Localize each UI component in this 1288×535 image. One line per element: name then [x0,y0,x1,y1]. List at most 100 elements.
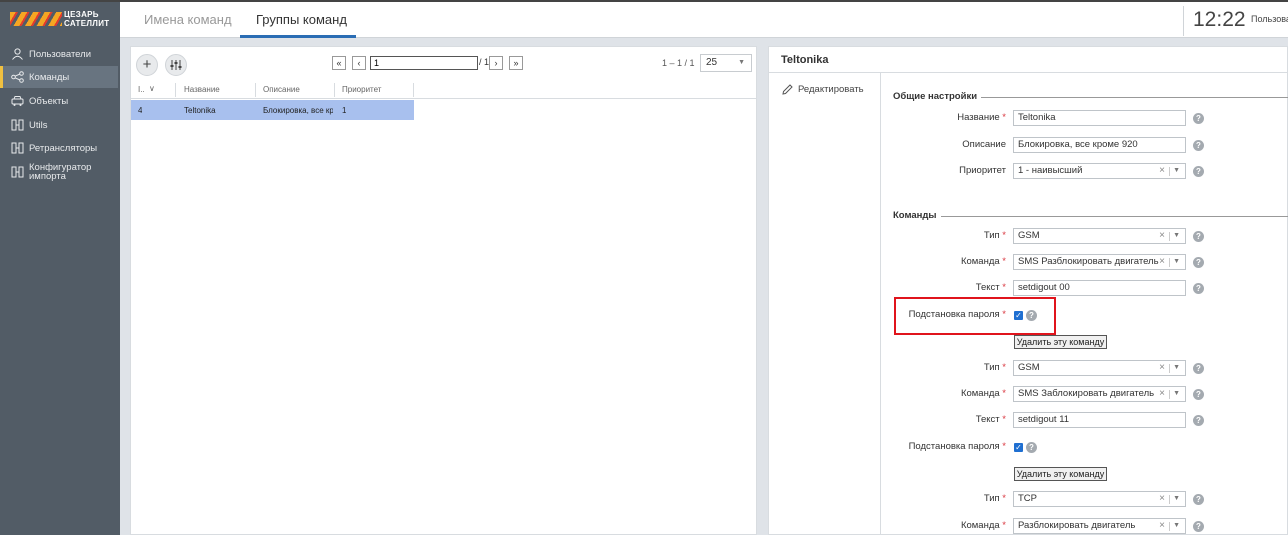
logo[interactable]: ЦЕЗАРЬ САТЕЛЛИТ [0,2,120,38]
clear-icon[interactable]: × [1159,387,1165,401]
page-size-select[interactable]: 25 ▼ [700,54,752,72]
plus-icon: + [142,56,152,73]
clear-icon[interactable]: × [1159,519,1165,533]
row-id: 4 [138,106,143,115]
section-title-general: Общие настройки [893,91,978,102]
delete-command-button[interactable]: Удалить эту команду [1014,335,1107,349]
command-select[interactable]: SMS Разблокировать двигатель × ▼ [1013,254,1186,270]
type-select[interactable]: TCP × ▼ [1013,491,1186,507]
clock: 12:22 [1193,8,1246,31]
help-icon[interactable]: ? [1193,283,1204,294]
command-select[interactable]: Разблокировать двигатель × ▼ [1013,518,1186,534]
command-label: Команда * [960,520,1006,531]
command-select[interactable]: SMS Заблокировать двигатель × ▼ [1013,386,1186,402]
column-divider [255,83,256,97]
share-icon [11,71,24,83]
password-substitution-checkbox[interactable]: ✓ [1014,443,1023,452]
clear-icon[interactable]: × [1159,164,1165,178]
row-name: Teltonika [184,106,216,115]
prev-page-button[interactable]: ‹ [352,56,366,70]
logo-stripes-icon [10,12,62,26]
page-input[interactable] [370,56,478,70]
groups-list-panel: + « ‹ / 1 › » 1 – 1 / 1 25 ▼ I.. ∨ Назва… [130,46,757,535]
user-icon [12,48,23,60]
help-icon[interactable]: ? [1026,442,1037,453]
sidebar-item-relays[interactable]: Ретрансляторы [0,137,118,159]
sidebar-item-commands[interactable]: Команды [0,66,118,88]
tab-command-groups[interactable]: Группы команд [256,2,347,38]
row-priority: 1 [342,106,347,115]
text-field[interactable]: setdigout 11 [1013,412,1186,428]
text-field[interactable]: setdigout 00 [1013,280,1186,296]
sidebar-item-objects[interactable]: Объекты [0,90,118,112]
first-page-button[interactable]: « [332,56,346,70]
import-icon [11,166,24,178]
edit-button[interactable]: Редактировать [782,84,864,95]
column-divider [413,83,414,97]
help-icon[interactable]: ? [1193,140,1204,151]
divider [1183,6,1184,36]
help-icon[interactable]: ? [1193,231,1204,242]
divider [880,73,881,535]
help-icon[interactable]: ? [1193,494,1204,505]
type-value: TCP [1018,493,1037,504]
page-size-value: 25 [706,57,718,68]
help-icon[interactable]: ? [1193,257,1204,268]
name-field[interactable]: Teltonika [1013,110,1186,126]
column-header-name[interactable]: Название [184,85,220,94]
type-value: GSM [1018,362,1040,373]
column-header-id[interactable]: I.. [138,85,145,94]
help-icon[interactable]: ? [1193,521,1204,532]
details-title: Teltonika [781,54,829,66]
clear-icon[interactable]: × [1159,492,1165,506]
help-icon[interactable]: ? [1193,389,1204,400]
logo-text: ЦЕЗАРЬ САТЕЛЛИТ [64,10,110,28]
command-label: Команда * [960,256,1006,267]
sidebar-item-label: Пользователи [29,48,92,60]
priority-select[interactable]: 1 - наивысший × ▼ [1013,163,1186,179]
last-page-button[interactable]: » [509,56,523,70]
sidebar-item-import-configurator[interactable]: Конфигуратор импорта [0,159,118,185]
description-field[interactable]: Блокировка, все кроме 920 [1013,137,1186,153]
column-header-description[interactable]: Описание [263,85,300,94]
help-icon[interactable]: ? [1193,415,1204,426]
highlight-annotation [894,297,1056,335]
column-settings-button[interactable] [165,54,187,76]
divider [769,72,1288,73]
name-label: Название * [957,112,1006,123]
sidebar-item-users[interactable]: Пользователи [0,43,118,65]
help-icon[interactable]: ? [1193,113,1204,124]
help-icon[interactable]: ? [1193,363,1204,374]
sort-chevron-icon[interactable]: ∨ [149,84,155,93]
active-tab-indicator [240,35,356,38]
chevron-down-icon: ▼ [1173,167,1180,174]
type-value: GSM [1018,230,1040,241]
clear-icon[interactable]: × [1159,361,1165,375]
row-description: Блокировка, все кроме 920 [263,106,333,115]
text-label: Текст * [975,282,1006,293]
chevron-down-icon: ▼ [1173,390,1180,397]
tab-command-names[interactable]: Имена команд [144,2,232,38]
type-select[interactable]: GSM × ▼ [1013,228,1186,244]
priority-value: 1 - наивысший [1018,165,1083,176]
sidebar-item-label: Объекты [29,95,69,107]
clear-icon[interactable]: × [1159,229,1165,243]
chevron-down-icon: ▼ [1173,522,1180,529]
delete-command-button[interactable]: Удалить эту команду [1014,467,1107,481]
type-label: Тип * [983,230,1006,241]
next-page-button[interactable]: › [489,56,503,70]
add-button[interactable]: + [136,54,158,76]
tool-icon [11,119,24,131]
type-select[interactable]: GSM × ▼ [1013,360,1186,376]
user-menu[interactable]: Пользова [1251,14,1288,24]
help-icon[interactable]: ? [1193,166,1204,177]
command-value: SMS Заблокировать двигатель [1018,388,1155,399]
sidebar: Пользователи Команды Объекты Utils Ретра… [0,38,120,535]
text-label: Текст * [975,414,1006,425]
sliders-icon [170,60,182,70]
page-count: / 1 [479,57,490,67]
column-header-priority[interactable]: Приоритет [342,85,381,94]
table-row[interactable]: 4 Teltonika Блокировка, все кроме 920 1 [131,100,414,120]
clear-icon[interactable]: × [1159,255,1165,269]
sidebar-item-utils[interactable]: Utils [0,114,118,136]
